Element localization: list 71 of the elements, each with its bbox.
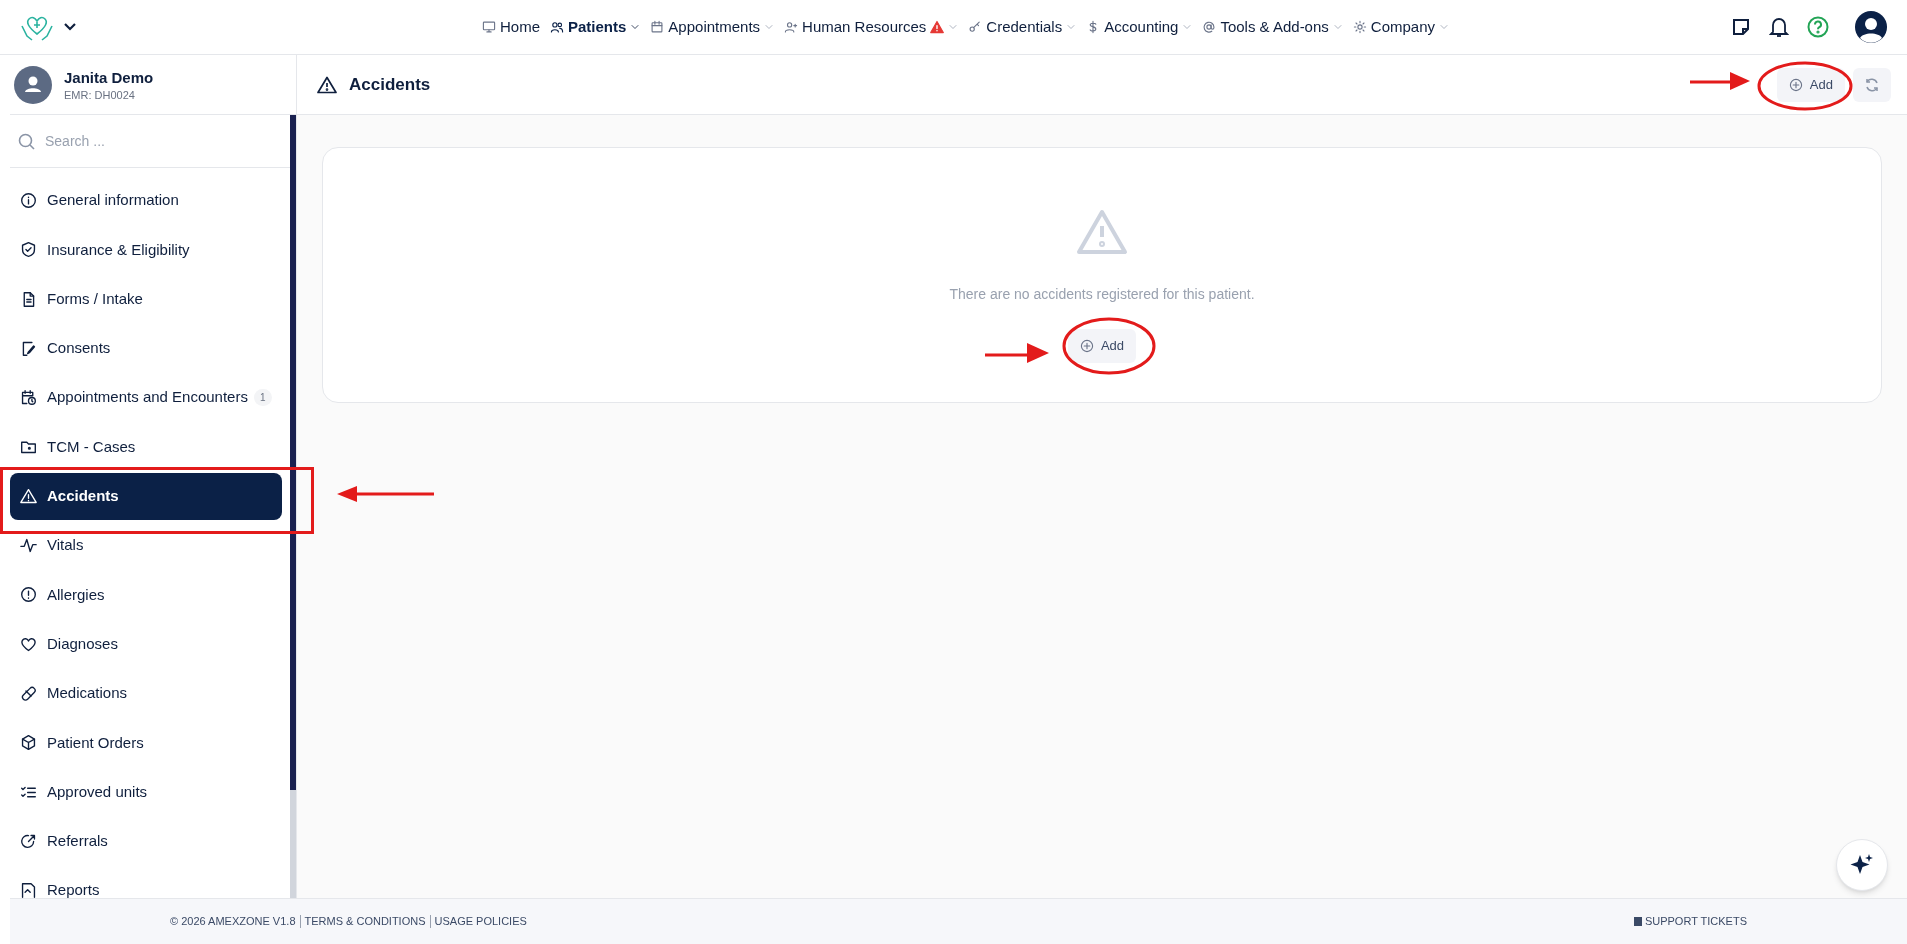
nav-link[interactable]: Company [1352,15,1435,39]
signed-document-icon [20,339,37,357]
sidebar-item[interactable]: Insurance & Eligibility [10,226,282,274]
pulse-icon [20,537,37,555]
annotation-arrow [1690,72,1750,90]
shield-icon [20,241,37,259]
plus-circle-icon [1788,77,1803,92]
nav-link[interactable]: Appointments [650,15,761,39]
sidebar-item[interactable]: Diagnoses [10,620,282,668]
calendar-icon [650,20,665,34]
empty-state-message: There are no accidents registered for this patient. [949,285,1255,304]
refresh-icon [1864,76,1880,93]
nav-link[interactable]: Credentials [968,15,1063,39]
bell-icon[interactable] [1769,16,1789,38]
warning-icon [20,487,37,505]
sidebar-item[interactable]: TCM - Cases [10,423,282,471]
monitor-icon [482,20,496,34]
support-tickets-link[interactable]: SUPPORT TICKETS [1644,913,1747,930]
sidebar-item[interactable]: Medications [10,669,282,717]
sidebar-item[interactable]: Referrals [10,817,282,865]
calendar-clock-icon [20,389,37,407]
search-field[interactable]: Search ... [45,130,245,152]
patient-avatar-icon [14,65,52,104]
user-avatar-icon[interactable] [1855,11,1887,43]
sidebar-item[interactable]: Approved units [10,768,282,816]
chevron-down-icon[interactable] [64,23,76,31]
sidebar-item[interactable]: Patient Orders [10,719,282,767]
sidebar-item[interactable]: Forms / Intake [10,275,282,323]
report-icon [20,882,37,898]
sidebar-item[interactable]: Allergies [10,571,282,619]
sidebar-item[interactable]: Reports [10,867,282,898]
alert-circle-icon [20,586,37,604]
refresh-button[interactable] [1853,67,1891,102]
ticket-icon [1633,917,1642,926]
nav-link[interactable]: Patients [550,15,627,39]
nav-link[interactable]: Home [482,15,540,39]
nav-link[interactable]: Human Resources [784,15,927,39]
sidebar-item[interactable]: General information [10,177,282,224]
warning-icon [317,75,337,94]
annotation-arrow [985,343,1049,363]
patient-name: Janita Demo [64,67,154,88]
box-icon [20,734,37,752]
count-badge: 1 [253,389,272,407]
user-plus-icon [784,20,799,34]
sidebar-item[interactable]: Vitals [10,522,282,570]
at-sign-icon [1202,20,1217,34]
key-icon [968,20,983,34]
nav-link[interactable]: Accounting [1086,15,1179,39]
sidebar-item[interactable]: Consents [10,324,282,372]
help-icon[interactable] [1807,16,1829,38]
scrollbar-thumb[interactable] [290,115,296,790]
patient-emr: EMR: DH0024 [64,87,136,102]
sidebar-item[interactable]: Appointments and Encounters 1 [10,374,282,422]
page-title: Accidents [349,73,431,96]
footer-link[interactable]: TERMS & CONDITIONS [299,915,426,928]
info-icon [20,192,37,209]
pill-icon [20,684,37,702]
users-icon [550,20,564,34]
plus-circle-icon [1079,339,1094,353]
warning-icon [1076,209,1128,255]
copyright-text: © 2026 AMEXZONE V1.8 [170,914,296,930]
add-button[interactable]: Add [1776,67,1845,102]
arrow-circle-icon [20,832,37,850]
heart-icon [20,635,37,653]
sidebar-item[interactable]: Accidents [10,472,282,520]
add-button[interactable]: Add [1067,329,1137,363]
note-icon[interactable] [1731,17,1751,37]
footer-link[interactable]: USAGE POLICIES [429,915,527,928]
nav-link[interactable]: Tools & Add-ons [1202,15,1329,39]
search-icon [18,132,35,150]
gear-icon [1352,20,1367,34]
